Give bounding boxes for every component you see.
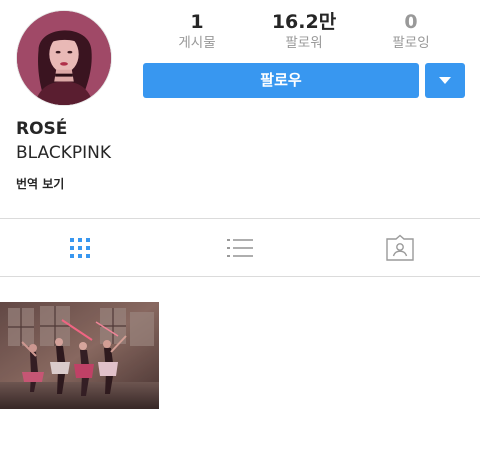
- tabs-bottom-divider: [0, 276, 480, 277]
- tab-tagged[interactable]: [320, 219, 480, 276]
- follow-button[interactable]: 팔로우: [143, 63, 419, 98]
- following-stat[interactable]: 0 팔로잉: [361, 10, 461, 52]
- followers-stat[interactable]: 16.2만 팔로워: [254, 10, 354, 52]
- post-photo: [0, 302, 159, 409]
- list-icon: [227, 238, 253, 257]
- avatar-photo: [17, 11, 111, 105]
- posts-label: 게시물: [178, 35, 216, 51]
- caret-down-icon: [439, 77, 451, 84]
- profile-avatar[interactable]: [16, 10, 112, 106]
- posts-count: 1: [190, 11, 204, 33]
- tab-grid[interactable]: [0, 219, 160, 276]
- post-thumbnail[interactable]: [0, 302, 159, 409]
- tagged-icon: [386, 234, 414, 261]
- following-label[interactable]: 팔로잉: [361, 34, 461, 52]
- followers-label[interactable]: 팔로워: [254, 34, 354, 52]
- following-count[interactable]: 0: [361, 10, 461, 34]
- see-translation-link[interactable]: 번역 보기: [16, 176, 64, 192]
- profile-bio: BLACKPINK: [16, 143, 112, 163]
- profile-name: ROSÉ: [16, 119, 68, 139]
- tab-list[interactable]: [160, 219, 320, 276]
- suggestions-dropdown-button[interactable]: [425, 63, 465, 98]
- grid-icon: [70, 237, 90, 258]
- posts-stat: 1 게시물: [147, 10, 247, 52]
- followers-count[interactable]: 16.2만: [254, 10, 354, 34]
